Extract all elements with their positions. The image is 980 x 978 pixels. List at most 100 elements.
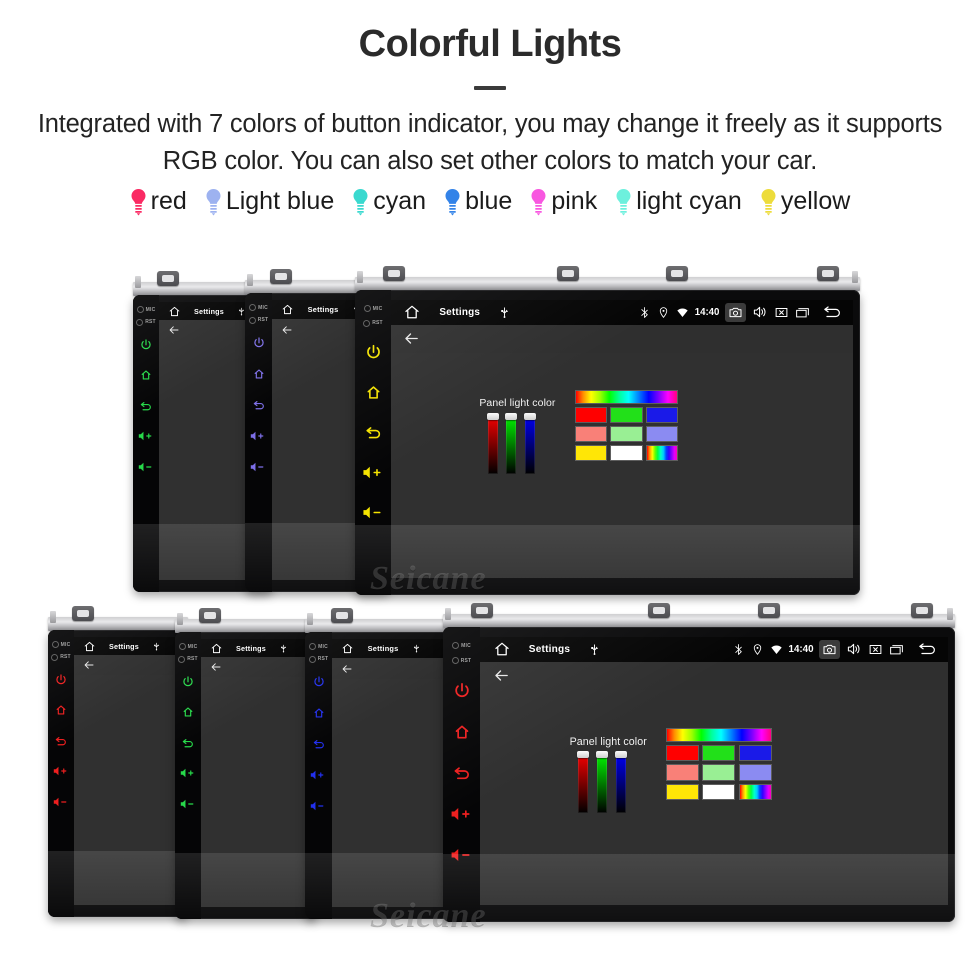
statusbar-back-icon[interactable] bbox=[917, 641, 938, 658]
device-red[interactable]: MIC RST Settings bbox=[48, 606, 188, 917]
side-volume-down-icon[interactable] bbox=[137, 460, 155, 479]
rgb-slider-group[interactable] bbox=[486, 413, 537, 475]
red-slider[interactable] bbox=[577, 751, 590, 813]
statusbar-home-icon[interactable] bbox=[403, 303, 421, 321]
side-volume-up-icon[interactable] bbox=[249, 429, 267, 448]
blue-swatch[interactable] bbox=[645, 407, 679, 423]
device-red-large[interactable]: MIC RST Settings 14:40 Panel light color bbox=[443, 603, 955, 922]
statusbar-camera-icon[interactable] bbox=[725, 302, 747, 322]
red-swatch[interactable] bbox=[666, 744, 700, 762]
side-button-column[interactable]: MIC RST bbox=[443, 627, 480, 922]
statusbar-recents-icon[interactable] bbox=[889, 642, 904, 657]
side-home-icon[interactable] bbox=[452, 722, 472, 747]
side-back-icon[interactable] bbox=[252, 398, 266, 417]
rainbow-gradient-swatch[interactable] bbox=[666, 727, 772, 742]
device-green-2[interactable]: MIC RST Settings bbox=[175, 608, 317, 919]
side-home-icon[interactable] bbox=[364, 383, 383, 407]
statusbar-close-icon[interactable] bbox=[868, 642, 883, 657]
yellow-swatch[interactable] bbox=[666, 783, 700, 800]
side-volume-up-icon[interactable] bbox=[137, 429, 155, 448]
side-button-column[interactable]: MIC RST bbox=[245, 293, 272, 592]
side-button-column[interactable]: MIC RST bbox=[48, 630, 74, 917]
side-volume-down-icon[interactable] bbox=[179, 797, 197, 816]
side-back-icon[interactable] bbox=[364, 423, 383, 447]
statusbar-bluetooth-icon[interactable] bbox=[638, 306, 651, 319]
statusbar-home-icon[interactable] bbox=[83, 640, 96, 653]
device-screen[interactable]: Settings 14:40 Panel light color bbox=[480, 636, 948, 906]
side-home-icon[interactable] bbox=[54, 703, 68, 722]
statusbar-home-icon[interactable] bbox=[493, 640, 511, 658]
side-back-icon[interactable] bbox=[139, 399, 153, 418]
statusbar-back-icon[interactable] bbox=[822, 304, 843, 321]
side-power-icon[interactable] bbox=[252, 336, 266, 355]
salmon-swatch[interactable] bbox=[574, 426, 607, 443]
side-power-icon[interactable] bbox=[364, 343, 383, 367]
yellow-swatch[interactable] bbox=[574, 445, 607, 462]
statusbar-camera-icon[interactable] bbox=[819, 639, 841, 659]
side-home-icon[interactable] bbox=[181, 705, 195, 724]
side-volume-down-icon[interactable] bbox=[361, 503, 386, 527]
side-power-icon[interactable] bbox=[452, 681, 472, 706]
statusbar-home-icon[interactable] bbox=[281, 303, 294, 316]
salmon-swatch[interactable] bbox=[666, 764, 700, 781]
statusbar-home-icon[interactable] bbox=[210, 642, 223, 655]
side-button-column[interactable]: MIC RST bbox=[305, 632, 332, 919]
side-home-icon[interactable] bbox=[312, 706, 326, 725]
statusbar-close-icon[interactable] bbox=[774, 305, 789, 320]
blue-slider-thumb[interactable] bbox=[524, 413, 537, 420]
green-slider[interactable] bbox=[505, 413, 518, 475]
color-swatch-grid[interactable] bbox=[666, 727, 772, 800]
statusbar-home-icon[interactable] bbox=[168, 305, 181, 318]
side-power-icon[interactable] bbox=[312, 675, 326, 694]
red-slider-thumb[interactable] bbox=[577, 751, 590, 758]
periwinkle-swatch[interactable] bbox=[738, 764, 772, 781]
blue-slider[interactable] bbox=[615, 751, 628, 813]
device-yellow[interactable]: MIC RST Settings 14:40 Panel light color bbox=[355, 266, 860, 595]
rainbow-strip-swatch[interactable] bbox=[738, 783, 772, 800]
statusbar-volume-icon[interactable] bbox=[752, 304, 768, 320]
statusbar-home-icon[interactable] bbox=[341, 642, 354, 655]
side-back-icon[interactable] bbox=[452, 763, 472, 788]
back-arrow-icon[interactable] bbox=[493, 667, 510, 684]
green-slider-thumb[interactable] bbox=[596, 751, 609, 758]
side-volume-down-icon[interactable] bbox=[249, 460, 267, 479]
green-swatch[interactable] bbox=[702, 744, 736, 762]
back-arrow-icon[interactable] bbox=[341, 663, 353, 675]
back-arrow-icon[interactable] bbox=[281, 324, 293, 336]
side-button-column[interactable]: MIC RST bbox=[133, 295, 159, 592]
side-power-icon[interactable] bbox=[139, 338, 153, 357]
device-screen[interactable]: Settings bbox=[74, 637, 183, 905]
side-button-column[interactable]: MIC RST bbox=[175, 632, 201, 919]
side-back-icon[interactable] bbox=[54, 734, 68, 753]
side-power-icon[interactable] bbox=[181, 675, 195, 694]
light-green-swatch[interactable] bbox=[702, 764, 736, 781]
blue-slider-thumb[interactable] bbox=[615, 751, 628, 758]
light-green-swatch[interactable] bbox=[610, 426, 643, 443]
side-back-icon[interactable] bbox=[181, 736, 195, 755]
statusbar-bluetooth-icon[interactable] bbox=[732, 643, 745, 656]
back-arrow-icon[interactable] bbox=[83, 659, 95, 671]
side-back-icon[interactable] bbox=[312, 737, 326, 756]
side-volume-up-icon[interactable] bbox=[52, 764, 70, 783]
device-screen[interactable]: Settings 14:40 Panel light color bbox=[391, 299, 854, 579]
red-slider[interactable] bbox=[486, 413, 499, 475]
back-arrow-icon[interactable] bbox=[168, 324, 180, 336]
back-arrow-icon[interactable] bbox=[403, 330, 420, 347]
device-screen[interactable]: Settings bbox=[201, 639, 312, 907]
side-power-icon[interactable] bbox=[54, 673, 68, 692]
green-slider-thumb[interactable] bbox=[505, 413, 518, 420]
side-volume-up-icon[interactable] bbox=[361, 463, 386, 487]
side-home-icon[interactable] bbox=[139, 368, 153, 387]
side-home-icon[interactable] bbox=[252, 367, 266, 386]
red-slider-thumb[interactable] bbox=[486, 413, 499, 420]
color-swatch-grid[interactable] bbox=[574, 389, 679, 462]
statusbar-recents-icon[interactable] bbox=[795, 305, 810, 320]
statusbar-volume-icon[interactable] bbox=[846, 641, 862, 657]
white-swatch[interactable] bbox=[702, 783, 736, 800]
device-blue[interactable]: MIC RST Settings bbox=[305, 608, 455, 919]
device-screen[interactable]: Settings bbox=[332, 639, 450, 907]
red-swatch[interactable] bbox=[574, 407, 607, 423]
side-volume-down-icon[interactable] bbox=[52, 795, 70, 814]
white-swatch[interactable] bbox=[610, 445, 643, 462]
side-volume-down-icon[interactable] bbox=[449, 845, 475, 870]
